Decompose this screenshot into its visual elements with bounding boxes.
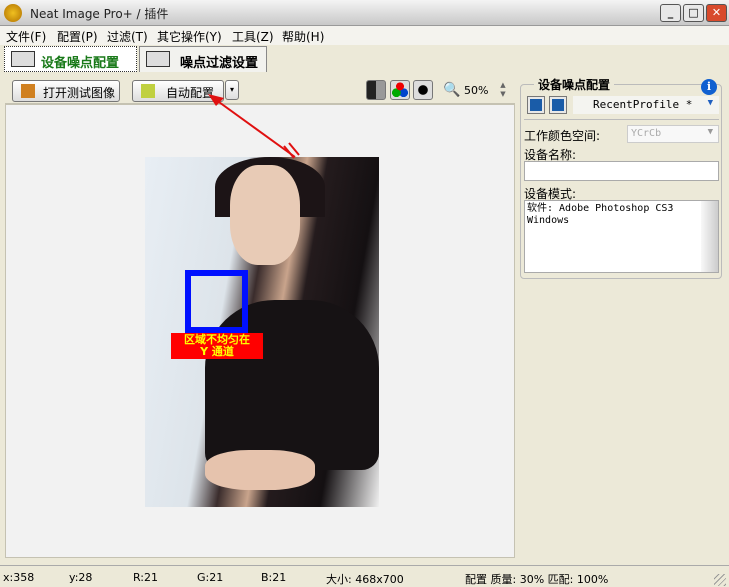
grayscale-view-icon[interactable] (366, 80, 386, 100)
maximize-button[interactable]: □ (683, 4, 704, 22)
color-channels-icon[interactable] (390, 80, 410, 100)
status-size: 大小: 468x700 (326, 573, 404, 586)
chevron-down-icon: ▼ (707, 127, 713, 137)
profile-value: RecentProfile * (593, 98, 693, 111)
brightness-icon[interactable] (413, 80, 433, 100)
floppy-load-icon (530, 99, 542, 111)
wand-icon (141, 84, 155, 98)
status-b: B:21 (261, 571, 287, 584)
status-r: R:21 (133, 571, 159, 584)
panel-title: 设备噪点配置 (534, 76, 615, 93)
menu-help[interactable]: 帮助(H) (282, 28, 324, 45)
color-space-select[interactable]: YCrCb ▼ (627, 125, 719, 143)
color-space-label: 工作颜色空间: (524, 129, 601, 143)
tab-label: 设备噪点配置 (41, 56, 120, 71)
status-x: x:358 (3, 571, 35, 584)
camera-icon (11, 51, 35, 67)
color-space-value: YCrCb (631, 128, 662, 139)
test-image-hands (205, 450, 315, 490)
test-image-face (230, 165, 300, 265)
menu-tools[interactable]: 工具(Z) (232, 28, 274, 45)
warning-line-2: Y 通道 (200, 345, 234, 358)
minimize-button[interactable]: _ (660, 4, 681, 22)
sliders-icon (146, 51, 170, 67)
app-flower-icon (4, 4, 22, 22)
close-button[interactable]: ✕ (706, 4, 727, 22)
menu-filter[interactable]: 过滤(T) (107, 28, 148, 45)
menu-other[interactable]: 其它操作(Y) (157, 28, 222, 45)
window-title: Neat Image Pro+ / 插件 (30, 7, 169, 21)
zoom-level: 50% (464, 84, 489, 97)
chevron-down-icon: ▼ (707, 98, 713, 108)
status-y: y:28 (69, 571, 93, 584)
status-profile-quality: 配置 质量: 30% 匹配: 100% (465, 573, 609, 586)
open-file-icon (21, 84, 35, 98)
device-mode-scrollbar[interactable] (701, 201, 718, 272)
device-name-input[interactable] (524, 161, 719, 181)
button-label: 自动配置 (166, 86, 215, 100)
auto-profile-button[interactable]: 自动配置 (132, 80, 224, 102)
divider (524, 119, 719, 120)
tab-label: 噪点过滤设置 (180, 56, 259, 71)
load-profile-button[interactable] (527, 96, 545, 114)
device-mode-textarea[interactable]: 软件: Adobe Photoshop CS3 Windows (524, 200, 719, 273)
tab-noise-filter-settings[interactable]: 噪点过滤设置 (139, 46, 267, 72)
zoom-spinner[interactable]: ▲ ▼ (497, 81, 509, 101)
save-profile-button[interactable] (549, 96, 567, 114)
resize-grip[interactable] (714, 574, 726, 586)
zoom-magnifier-icon: 🔍 (443, 82, 461, 98)
auto-profile-dropdown[interactable]: ▾ (225, 80, 239, 100)
button-label: 打开测试图像 (43, 86, 116, 100)
floppy-save-icon (552, 99, 564, 111)
open-test-image-button[interactable]: 打开测试图像 (12, 80, 120, 102)
analysis-region-box[interactable] (185, 270, 248, 333)
status-g: G:21 (197, 571, 224, 584)
tab-device-noise-profile[interactable]: 设备噪点配置 (4, 46, 137, 72)
region-warning-label: 区域不均匀在 Y 通道 (171, 333, 263, 359)
menu-profile[interactable]: 配置(P) (57, 28, 98, 45)
profile-select[interactable]: RecentProfile * ▼ (573, 96, 719, 114)
menu-file[interactable]: 文件(F) (6, 28, 46, 45)
info-icon[interactable]: i (701, 79, 717, 95)
